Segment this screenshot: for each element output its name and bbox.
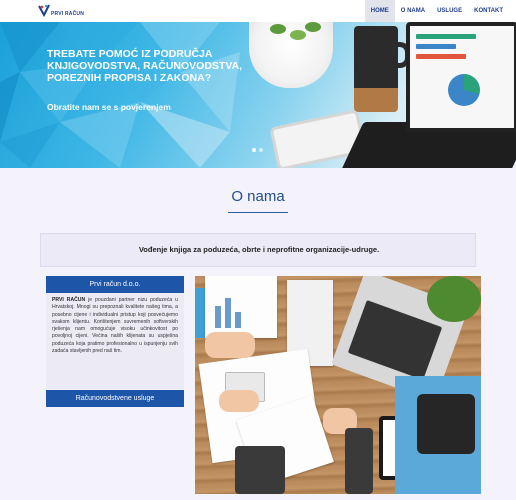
hero-slider[interactable]: TREBATE POMOĆ IZ PODRUČJA KNJIGOVODSTVA,… <box>0 22 516 168</box>
hero-title: TREBATE POMOĆ IZ PODRUČJA KNJIGOVODSTVA,… <box>47 48 243 84</box>
company-name: PRVI RAČUN <box>52 297 86 303</box>
leaf-icon <box>270 24 286 34</box>
office-desk-image <box>195 276 481 494</box>
section-title: O nama <box>231 188 285 205</box>
card-text: je pouzdani partner nizu poduzeća u Hrva… <box>52 297 178 355</box>
hand-image <box>219 390 259 412</box>
accounting-services-button[interactable]: Računovodstvene usluge <box>46 390 184 407</box>
main-nav: HOME O NAMA USLUGE KONTAKT <box>364 0 509 22</box>
sleeve-image <box>235 446 285 494</box>
screen-bar <box>416 44 456 49</box>
services-banner: Vođenje knjiga za poduzeća, obrte i nepr… <box>40 233 476 267</box>
nav-home[interactable]: HOME <box>364 0 395 22</box>
screen-bar <box>416 34 476 39</box>
nav-kontakt[interactable]: KONTAKT <box>468 0 509 22</box>
desk-phone-image <box>417 394 475 454</box>
card-header: Prvi račun d.o.o. <box>46 276 184 293</box>
card-body: PRVI RAČUN je pouzdani partner nizu podu… <box>46 293 184 389</box>
mug-sleeve <box>354 88 398 112</box>
slider-dot[interactable] <box>252 148 256 152</box>
banner-text: Vođenje knjiga za poduzeća, obrte i nepr… <box>138 245 380 254</box>
slider-dots <box>252 148 263 152</box>
chart-bar <box>225 298 231 328</box>
slider-dot[interactable] <box>259 148 263 152</box>
navbar: PRVI RAČUN HOME O NAMA USLUGE KONTAKT <box>0 0 516 22</box>
pie-chart-icon <box>448 74 480 106</box>
leaf-icon <box>290 30 306 40</box>
hero-subtitle: Obratite nam se s povjerenjem <box>47 102 171 112</box>
chart-bar <box>215 306 221 328</box>
plant-image <box>427 276 481 322</box>
screen-bar <box>416 54 466 59</box>
logo-text: PRVI RAČUN <box>51 11 85 17</box>
nav-o-nama[interactable]: O NAMA <box>395 0 431 22</box>
logo[interactable]: PRVI RAČUN <box>38 4 85 20</box>
leaf-icon <box>305 22 321 32</box>
title-underline <box>228 212 288 213</box>
laptop-image <box>406 22 516 132</box>
hand-image <box>205 332 255 358</box>
chart-bar <box>235 312 241 328</box>
logo-icon <box>38 4 50 18</box>
sleeve-image <box>345 428 373 494</box>
nav-usluge[interactable]: USLUGE <box>431 0 468 22</box>
